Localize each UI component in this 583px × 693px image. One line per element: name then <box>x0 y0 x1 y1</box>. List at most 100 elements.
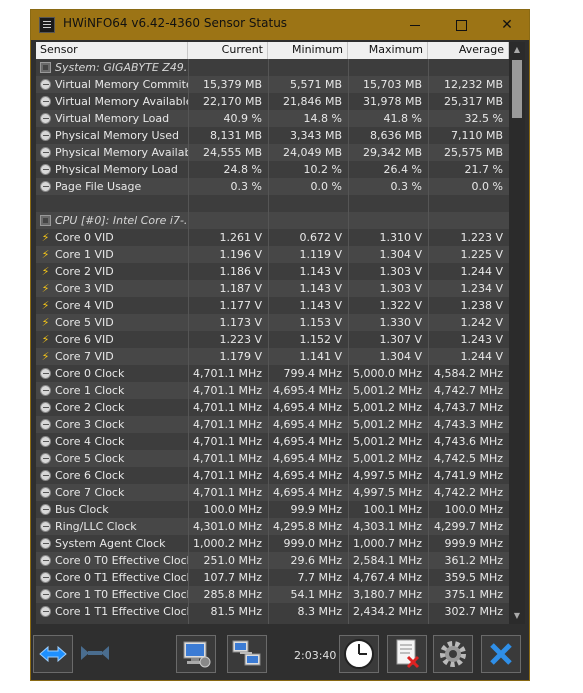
scroll-up-icon[interactable]: ▲ <box>509 42 525 58</box>
sensor-row[interactable]: ⚡ Core 6 VID 1.223 V 1.152 V 1.307 V 1.243 V <box>36 331 509 348</box>
sensor-row[interactable]: Ring/LLC Clock 4,301.0 MHz 4,295.8 MHz 4,30… <box>36 518 509 535</box>
value-maximum: 4,767.4 MHz <box>352 571 422 584</box>
sensor-row[interactable]: ⚡ Core 1 VID 1.196 V 1.119 V 1.304 V 1.225 V <box>36 246 509 263</box>
expand-sensors-button[interactable] <box>33 635 73 673</box>
collapse-sensors-button[interactable] <box>76 635 116 673</box>
expand-arrows-icon <box>39 645 67 663</box>
sensor-name: Core 6 VID <box>55 333 114 346</box>
sensor-name: Physical Memory Available <box>55 146 188 159</box>
sensor-name: Virtual Memory Load <box>55 112 170 125</box>
value-maximum: 2,584.1 MHz <box>352 554 422 567</box>
value-average: 1.225 V <box>460 248 503 261</box>
sensor-name: Core 1 T1 Effective Clock <box>55 605 188 618</box>
sensor-row[interactable]: Core 0 T0 Effective Clock 251.0 MHz 29.6 M… <box>36 552 509 569</box>
timer-button[interactable] <box>339 635 379 673</box>
column-header-minimum[interactable]: Minimum <box>268 42 348 59</box>
sensor-row[interactable]: Core 5 Clock 4,701.1 MHz 4,695.4 MHz 5,001.… <box>36 450 509 467</box>
value-maximum: 1.304 V <box>379 350 422 363</box>
sensor-row[interactable]: Bus Clock 100.0 MHz 99.9 MHz 100.1 MHz 100.0… <box>36 501 509 518</box>
value-maximum: 5,001.2 MHz <box>352 452 422 465</box>
scroll-thumb[interactable] <box>512 60 522 118</box>
sensor-row[interactable]: ⚡ Core 7 VID 1.179 V 1.141 V 1.304 V 1.244 V <box>36 348 509 365</box>
sensor-name: Physical Memory Load <box>55 163 178 176</box>
network-computers-button[interactable] <box>227 635 267 673</box>
sensor-row[interactable]: ⚡ Core 0 VID 1.261 V 0.672 V 1.310 V 1.223 V <box>36 229 509 246</box>
maximize-icon <box>456 20 467 31</box>
sensor-row[interactable]: Virtual Memory Commited 15,379 MB 5,571 MB… <box>36 76 509 93</box>
column-header-average[interactable]: Average <box>428 42 509 59</box>
column-divider <box>268 59 269 624</box>
sensor-row[interactable]: Physical Memory Used 8,131 MB 3,343 MB 8,63… <box>36 127 509 144</box>
close-button[interactable]: ✕ <box>485 10 529 40</box>
sensor-row[interactable]: Core 0 Clock 4,701.1 MHz 799.4 MHz 5,000.0 … <box>36 365 509 382</box>
value-minimum: 0.672 V <box>299 231 342 244</box>
close-icon: ✕ <box>501 17 513 33</box>
value-average: 4,741.9 MHz <box>433 469 503 482</box>
title-bar[interactable]: HWiNFO64 v6.42-4360 Sensor Status ✕ <box>31 10 529 40</box>
value-average: 1.244 V <box>460 265 503 278</box>
value-maximum: 5,000.0 MHz <box>352 367 422 380</box>
sensor-row[interactable]: ⚡ Core 5 VID 1.173 V 1.153 V 1.330 V 1.242 V <box>36 314 509 331</box>
sensor-row[interactable]: Physical Memory Load 24.8 % 10.2 % 26.4 % 21… <box>36 161 509 178</box>
value-current: 81.5 MHz <box>210 605 262 618</box>
sensor-row[interactable]: Core 1 Clock 4,701.1 MHz 4,695.4 MHz 5,001.… <box>36 382 509 399</box>
value-minimum: 4,695.4 MHz <box>272 452 342 465</box>
value-minimum: 21,846 MB <box>282 95 342 108</box>
column-header-sensor[interactable]: Sensor <box>36 42 188 59</box>
settings-button[interactable] <box>433 635 473 673</box>
scroll-down-icon[interactable]: ▼ <box>509 608 525 624</box>
value-minimum: 1.119 V <box>299 248 342 261</box>
sensor-name: Ring/LLC Clock <box>55 520 137 533</box>
value-minimum: 14.8 % <box>303 112 342 125</box>
sensor-name <box>36 195 188 212</box>
sensor-row[interactable]: Virtual Memory Load 40.9 % 14.8 % 41.8 % 32.… <box>36 110 509 127</box>
vertical-scrollbar[interactable]: ▲ ▼ <box>509 42 525 624</box>
value-current: 1.186 V <box>219 265 262 278</box>
value-maximum: 3,180.7 MHz <box>352 588 422 601</box>
sensor-row[interactable]: Core 1 T0 Effective Clock 285.8 MHz 54.1 M… <box>36 586 509 603</box>
value-minimum: 4,695.4 MHz <box>272 401 342 414</box>
network-monitor-button[interactable] <box>176 635 216 673</box>
sensor-row[interactable]: Core 0 T1 Effective Clock 107.7 MHz 7.7 MH… <box>36 569 509 586</box>
sensor-row[interactable]: Core 2 Clock 4,701.1 MHz 4,695.4 MHz 5,001.… <box>36 399 509 416</box>
minimize-icon <box>410 25 420 26</box>
sensor-row[interactable]: Core 6 Clock 4,701.1 MHz 4,695.4 MHz 4,997.… <box>36 467 509 484</box>
value-current: 4,301.0 MHz <box>192 520 262 533</box>
sensor-row[interactable]: Core 4 Clock 4,701.1 MHz 4,695.4 MHz 5,001.… <box>36 433 509 450</box>
sensor-group-row[interactable]: System: GIGABYTE Z49... <box>36 59 509 76</box>
sensor-row[interactable]: ⚡ Core 2 VID 1.186 V 1.143 V 1.303 V 1.244 V <box>36 263 509 280</box>
value-current: 4,701.1 MHz <box>192 435 262 448</box>
value-maximum: 1.322 V <box>379 299 422 312</box>
value-current: 100.0 MHz <box>203 503 262 516</box>
blank-row[interactable] <box>36 195 509 212</box>
column-header-maximum[interactable]: Maximum <box>348 42 428 59</box>
sensor-name: Core 5 Clock <box>55 452 125 465</box>
sensor-name: Core 0 VID <box>55 231 114 244</box>
sensor-row[interactable]: System Agent Clock 1,000.2 MHz 999.0 MHz 1,… <box>36 535 509 552</box>
value-current: 4,701.1 MHz <box>192 469 262 482</box>
column-divider <box>188 59 189 624</box>
sensor-row[interactable]: ⚡ Core 4 VID 1.177 V 1.143 V 1.322 V 1.238 V <box>36 297 509 314</box>
sensor-group-row[interactable]: CPU [#0]: Intel Core i7-... <box>36 212 509 229</box>
value-minimum: 4,295.8 MHz <box>272 520 342 533</box>
sensor-row[interactable]: ⚡ Core 3 VID 1.187 V 1.143 V 1.303 V 1.234 V <box>36 280 509 297</box>
value-maximum: 1.307 V <box>379 333 422 346</box>
value-minimum <box>268 59 348 76</box>
close-sensors-button[interactable] <box>481 635 521 673</box>
sensor-row[interactable]: Physical Memory Available 24,555 MB 24,049… <box>36 144 509 161</box>
value-minimum: 1.141 V <box>299 350 342 363</box>
reset-values-button[interactable] <box>387 635 427 673</box>
column-header-current[interactable]: Current <box>188 42 268 59</box>
sensor-row[interactable]: Core 1 T1 Effective Clock 81.5 MHz 8.3 MHz… <box>36 603 509 620</box>
value-maximum: 1.304 V <box>379 248 422 261</box>
sensor-row[interactable]: Page File Usage 0.3 % 0.0 % 0.3 % 0.0 % <box>36 178 509 195</box>
sensor-row[interactable]: Virtual Memory Available 22,170 MB 21,846 … <box>36 93 509 110</box>
maximize-button[interactable] <box>439 10 483 40</box>
value-average: 1.234 V <box>460 282 503 295</box>
minimize-button[interactable] <box>393 10 437 40</box>
value-current: 1.187 V <box>219 282 262 295</box>
sensor-name: Core 3 VID <box>55 282 114 295</box>
sensor-name: Virtual Memory Commited <box>55 78 188 91</box>
sensor-row[interactable]: Core 3 Clock 4,701.1 MHz 4,695.4 MHz 5,001.… <box>36 416 509 433</box>
sensor-row[interactable]: Core 7 Clock 4,701.1 MHz 4,695.4 MHz 4,997.… <box>36 484 509 501</box>
